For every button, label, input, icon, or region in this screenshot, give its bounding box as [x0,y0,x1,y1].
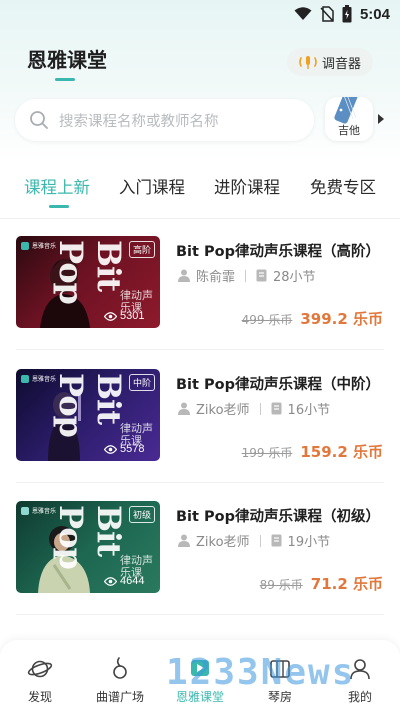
lessons-icon [256,269,267,282]
price-row: 499 乐币 399.2 乐币 [242,308,383,329]
lesson-count: 19小节 [287,535,331,550]
tab-beginner-courses[interactable]: 入门课程 [119,174,185,198]
nav-piano-room[interactable]: 琴房 [240,640,320,712]
brand-logo: 恩雅音乐 [21,241,56,250]
piano-room-icon [270,660,290,678]
tuner-button[interactable]: 调音器 [287,48,373,76]
teacher-name: 陈俞霏 [196,270,236,285]
course-tabs: 课程上新 入门课程 进阶课程 免费专区 [0,174,400,208]
title-underline [55,78,75,81]
nav-classroom[interactable]: 恩雅课堂 [160,640,240,712]
status-time: 5:04 [359,5,390,23]
search-input[interactable]: 搜索课程名称或教师名称 [15,99,314,141]
classroom-icon [191,660,209,676]
bottom-navigation: 发现 曲谱广场 恩雅课堂 琴房 我的 [0,640,400,712]
view-count: 4644 [104,575,144,587]
teacher-icon [178,269,190,282]
course-thumbnail[interactable]: 恩雅音乐 Bit Pop 律动声乐课 高阶 5301 [16,236,160,328]
search-placeholder: 搜索课程名称或教师名称 [59,113,219,130]
chevron-right-icon[interactable] [378,114,384,124]
active-tab-indicator [49,205,69,208]
level-badge: 初级 [128,506,155,523]
profile-icon [350,659,370,680]
discount-price: 399.2 乐币 [300,310,383,328]
nav-profile[interactable]: 我的 [320,640,400,712]
page-title: 恩雅课堂 [27,48,107,72]
price-row: 199 乐币 159.2 乐币 [242,441,383,462]
view-count: 5578 [104,443,144,455]
instrument-selector[interactable]: 吉他 [325,97,373,141]
instrument-label: 吉他 [338,124,360,137]
teacher-icon [178,402,190,415]
original-price: 499 乐币 [241,313,293,327]
brand-logo: 恩雅音乐 [21,374,56,383]
note-icon [113,657,127,679]
teacher-name: Ziko老师 [196,535,250,550]
lessons-icon [271,402,282,415]
price-row: 89 乐币 71.2 乐币 [260,573,383,594]
view-count: 5301 [104,310,144,322]
tabs-divider [0,218,400,219]
eye-icon [104,444,117,454]
teacher-icon [178,534,190,547]
lesson-count: 16小节 [287,403,331,418]
course-title: Bit Pop律动声乐课程（初级） [176,509,380,525]
level-badge: 中阶 [128,374,155,391]
battery-icon [342,5,352,23]
original-price: 199 乐币 [241,446,293,460]
level-badge: 高阶 [128,241,155,258]
tab-advanced-courses[interactable]: 进阶课程 [214,174,280,198]
wifi-icon [294,7,312,20]
course-title: Bit Pop律动声乐课程（中阶） [176,377,380,393]
discount-price: 159.2 乐币 [300,443,383,461]
lessons-icon [271,534,282,547]
tuner-icon [299,56,317,69]
brand-logo: 恩雅音乐 [21,506,56,515]
course-meta: Ziko老师 16小节 [178,399,330,418]
no-sim-icon [320,6,334,22]
nav-discover[interactable]: 发现 [0,640,80,712]
course-meta: 陈俞霏 28小节 [178,266,316,285]
course-meta: Ziko老师 19小节 [178,531,330,550]
lesson-count: 28小节 [273,270,316,285]
eye-icon [104,576,117,586]
course-title: Bit Pop律动声乐课程（高阶） [176,244,380,260]
discount-price: 71.2 乐币 [310,575,383,593]
tuner-label: 调音器 [321,56,361,72]
search-icon [30,111,48,129]
eye-icon [104,311,117,321]
teacher-name: Ziko老师 [196,403,250,418]
course-thumbnail[interactable]: 恩雅音乐 Bit Pop 律动声乐课 中阶 5578 [16,369,160,461]
status-bar: 5:04 [0,0,400,28]
planet-icon [27,660,53,678]
course-thumbnail[interactable]: 恩雅音乐 Bit Pop 律动声乐课 初级 4644 [16,501,160,593]
tab-free-zone[interactable]: 免费专区 [310,174,376,198]
nav-sheet-music[interactable]: 曲谱广场 [80,640,160,712]
tab-new-courses[interactable]: 课程上新 [24,174,90,198]
original-price: 89 乐币 [259,578,303,592]
